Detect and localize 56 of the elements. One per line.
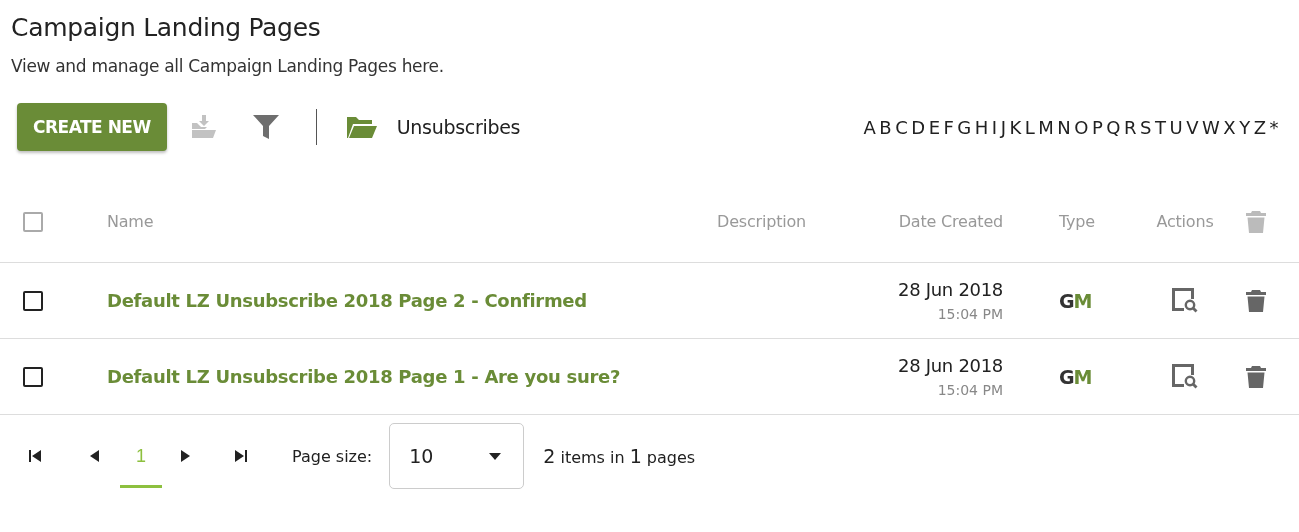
last-page-button[interactable] [234,449,248,463]
preview-icon[interactable] [1171,288,1199,313]
letter-filter-link[interactable]: O [1074,116,1088,138]
letter-filter-link[interactable]: W [1202,116,1220,138]
type-logo: GM [1059,365,1092,388]
column-header: Actions [1156,212,1214,231]
letter-filter-link[interactable]: C [895,116,908,138]
page-name-link[interactable]: Default LZ Unsubscribe 2018 Page 1 - Are you sure? [107,366,621,387]
create-new-button[interactable]: CREATE NEW [17,103,167,151]
previous-page-button[interactable] [88,449,100,463]
letter-filter-link[interactable]: F [943,116,954,138]
letter-filter-link[interactable]: T [1155,116,1166,138]
time-text: 15:04 PM [937,306,1003,322]
letter-filter-link[interactable]: K [1009,116,1021,138]
letter-filter-link[interactable]: X [1223,116,1236,138]
letter-filter-link[interactable]: B [879,116,892,138]
page-name-link[interactable]: Default LZ Unsubscribe 2018 Page 2 - Confirmed [107,290,587,311]
letter-filter-link[interactable]: D [911,116,925,138]
next-page-button[interactable] [180,449,192,463]
letter-filter-link[interactable]: J [1000,116,1006,138]
folder-name[interactable]: Unsubscribes [396,116,521,138]
caret-icon [489,452,502,460]
date-text: 28 Jun 2018 [898,279,1003,300]
letter-filter-link[interactable]: P [1092,116,1103,138]
page-title: Campaign Landing Pages [11,13,322,42]
letter-filter-link[interactable]: * [1269,116,1278,138]
letter-filter-link[interactable]: H [974,116,988,138]
letter-filter-link[interactable]: I [991,116,997,138]
letter-filter-link[interactable]: Z [1253,116,1266,138]
checkbox[interactable] [23,366,43,387]
letter-filter-link[interactable]: A [863,116,876,138]
preview-icon[interactable] [1171,364,1199,389]
letter-filter-link[interactable]: M [1038,116,1054,138]
letter-filter-link[interactable]: S [1140,116,1151,138]
delete-icon[interactable] [1245,288,1267,313]
letter-filter-link[interactable]: E [928,116,940,138]
items-summary: 2 items in 1 pages [543,445,696,467]
letter-filter-link[interactable]: G [957,116,971,138]
letter-filter-link[interactable]: Y [1239,116,1250,138]
filter-icon[interactable] [251,113,280,141]
letter-filter-link[interactable]: N [1057,116,1071,138]
type-logo: GM [1059,289,1092,312]
page-size-dropdown[interactable]: 10 [389,423,525,489]
letter-filter-link[interactable]: R [1124,116,1137,138]
letter-filter-link[interactable]: U [1169,116,1183,138]
page-size-label: Page size: [292,446,373,466]
date-text: 28 Jun 2018 [898,355,1003,376]
letter-filter-link[interactable]: V [1186,116,1198,138]
checkbox[interactable] [23,290,43,311]
folder-icon[interactable] [346,116,377,138]
page-description: View and manage all Campaign Landing Pages here. [11,56,445,76]
delete-icon[interactable] [1245,364,1267,389]
first-page-button[interactable] [28,449,42,463]
letter-filter-link[interactable]: L [1024,116,1035,138]
time-text: 15:04 PM [937,382,1003,398]
letter-filter-link[interactable]: Q [1106,116,1121,138]
